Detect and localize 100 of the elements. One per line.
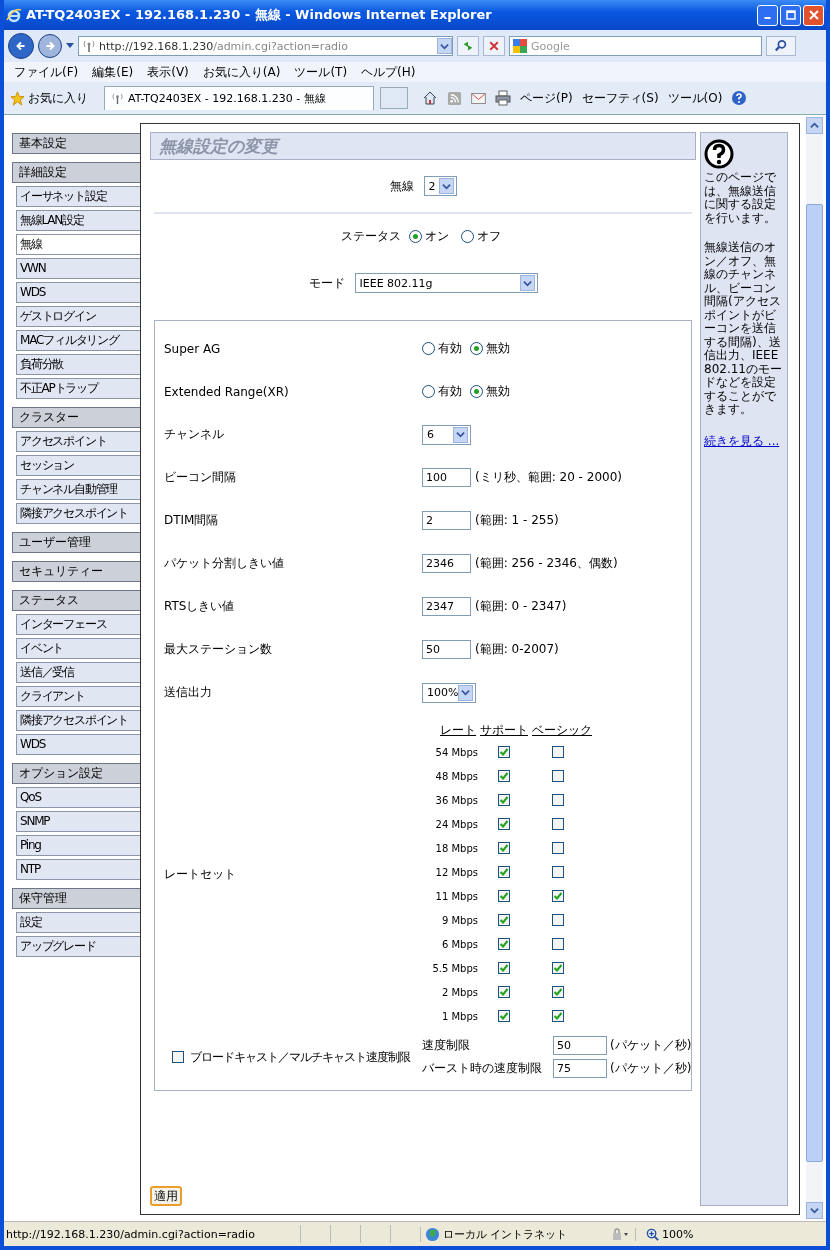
checkbox[interactable] [552,842,564,854]
menu-item[interactable]: お気に入り(A) [202,63,281,81]
sidebar-item[interactable]: 隣接アクセスポイント [16,503,140,524]
sidebar-section[interactable]: 基本設定 [12,133,140,154]
sidebar-section[interactable]: ユーザー管理 [12,532,140,553]
sidebar-item[interactable]: クライアント [16,686,140,707]
scrollbar[interactable] [806,117,823,1219]
sidebar-section[interactable]: セキュリティー [12,561,140,582]
sidebar-item[interactable]: 不正APトラップ [16,378,140,399]
dropdown[interactable]: 100% [422,682,476,703]
checkbox[interactable] [498,794,510,806]
maximize-button[interactable] [780,4,801,26]
dropdown[interactable]: 2 [423,176,457,196]
checkbox[interactable] [498,914,510,926]
checkbox[interactable] [498,746,510,758]
sidebar-item[interactable]: チャンネル自動管理 [16,479,140,500]
checkbox[interactable] [552,938,564,950]
menu-item[interactable]: ファイル(F) [14,63,79,81]
sidebar-item[interactable]: SNMP [16,811,140,832]
sidebar-item[interactable]: Ping [16,835,140,856]
sidebar-item[interactable]: ゲストログイン [16,306,140,327]
input-field[interactable]: 2 [422,511,471,530]
command-menu[interactable]: セーフティ(S) [581,89,659,107]
radio-button[interactable] [422,385,435,398]
caret-icon[interactable] [440,41,449,51]
menu-item[interactable]: 表示(V) [147,63,189,81]
forward-button[interactable] [38,34,62,58]
checkbox[interactable] [552,890,564,902]
sidebar-item[interactable]: VWN [16,258,140,279]
menu-item[interactable]: 編集(E) [92,63,134,81]
refresh-button[interactable] [457,36,479,56]
checkbox[interactable] [552,770,564,782]
back-button[interactable] [8,33,34,59]
checkbox[interactable] [552,818,564,830]
checkbox[interactable] [172,1051,184,1063]
sidebar-item[interactable]: 負荷分散 [16,354,140,375]
sidebar-item[interactable]: アクセスポイント [16,431,140,452]
checkbox[interactable] [498,770,510,782]
checkbox[interactable] [498,890,510,902]
checkbox[interactable] [498,842,510,854]
input-field[interactable]: 2346 [422,554,471,573]
favorites-button[interactable]: お気に入り [10,89,98,107]
sidebar-section[interactable]: 保守管理 [12,888,140,909]
input-field[interactable]: 75 [553,1059,607,1078]
radio-button[interactable] [461,229,474,243]
sidebar-item[interactable]: 無線 [16,234,140,255]
sidebar-item[interactable]: NTP [16,859,140,880]
minimize-button[interactable] [757,4,778,26]
sidebar-item[interactable]: WDS [16,282,140,303]
help-icon[interactable] [731,90,748,106]
sidebar-item[interactable]: QoS [16,787,140,808]
dropdown[interactable]: IEEE 802.11g [354,273,538,293]
checkbox[interactable] [498,986,510,998]
browser-tab[interactable]: AT-TQ2403EX - 192.168.1.230 - 無線 [104,86,374,110]
sidebar-section[interactable]: 詳細設定 [12,162,140,183]
home-icon[interactable] [422,90,438,106]
checkbox[interactable] [552,986,564,998]
address-bar[interactable]: http://192.168.1.230/admin.cgi?action=radio [78,36,453,56]
input-field[interactable]: 50 [553,1036,607,1055]
sidebar-section[interactable]: クラスター [12,407,140,428]
scroll-down-icon[interactable] [810,1206,819,1215]
sidebar-item[interactable]: インターフェース [16,614,140,635]
apply-button[interactable]: 適用 [150,1186,182,1206]
mail-icon[interactable] [471,92,486,104]
command-menu[interactable]: ページ(P) [520,89,573,107]
menu-item[interactable]: ツール(T) [294,63,348,81]
menu-item[interactable]: ヘルプ(H) [361,63,416,81]
search-button[interactable] [766,36,796,56]
radio-button[interactable] [470,385,483,398]
checkbox[interactable] [498,938,510,950]
checkbox[interactable] [552,1010,564,1022]
checkbox[interactable] [552,866,564,878]
radio-button[interactable] [470,342,483,355]
checkbox[interactable] [552,962,564,974]
input-field[interactable]: 50 [422,640,471,659]
command-menu[interactable]: ツール(O) [667,89,723,107]
printer-icon[interactable] [495,90,511,106]
stop-button[interactable] [483,36,505,56]
sidebar-item[interactable]: WDS [16,734,140,755]
checkbox[interactable] [498,818,510,830]
checkbox[interactable] [552,794,564,806]
close-button[interactable] [803,4,824,26]
input-field[interactable]: 2347 [422,597,471,616]
checkbox[interactable] [552,746,564,758]
checkbox[interactable] [552,914,564,926]
sidebar-item[interactable]: MACフィルタリング [16,330,140,351]
checkbox[interactable] [498,1010,510,1022]
sidebar-item[interactable]: アップグレード [16,936,140,957]
sidebar-item[interactable]: 送信／受信 [16,662,140,683]
zoom-level[interactable]: 100% [635,1227,706,1241]
sidebar-section[interactable]: ステータス [12,590,140,611]
sidebar-item[interactable]: セッション [16,455,140,476]
sidebar-item[interactable]: イーサネット設定 [16,186,140,207]
scroll-up-icon[interactable] [810,121,819,130]
sidebar-item[interactable]: 設定 [16,912,140,933]
radio-button[interactable] [422,342,435,355]
sidebar-section[interactable]: オプション設定 [12,763,140,784]
dropdown[interactable]: 6 [422,424,471,445]
sidebar-item[interactable]: 隣接アクセスポイント [16,710,140,731]
checkbox[interactable] [498,866,510,878]
